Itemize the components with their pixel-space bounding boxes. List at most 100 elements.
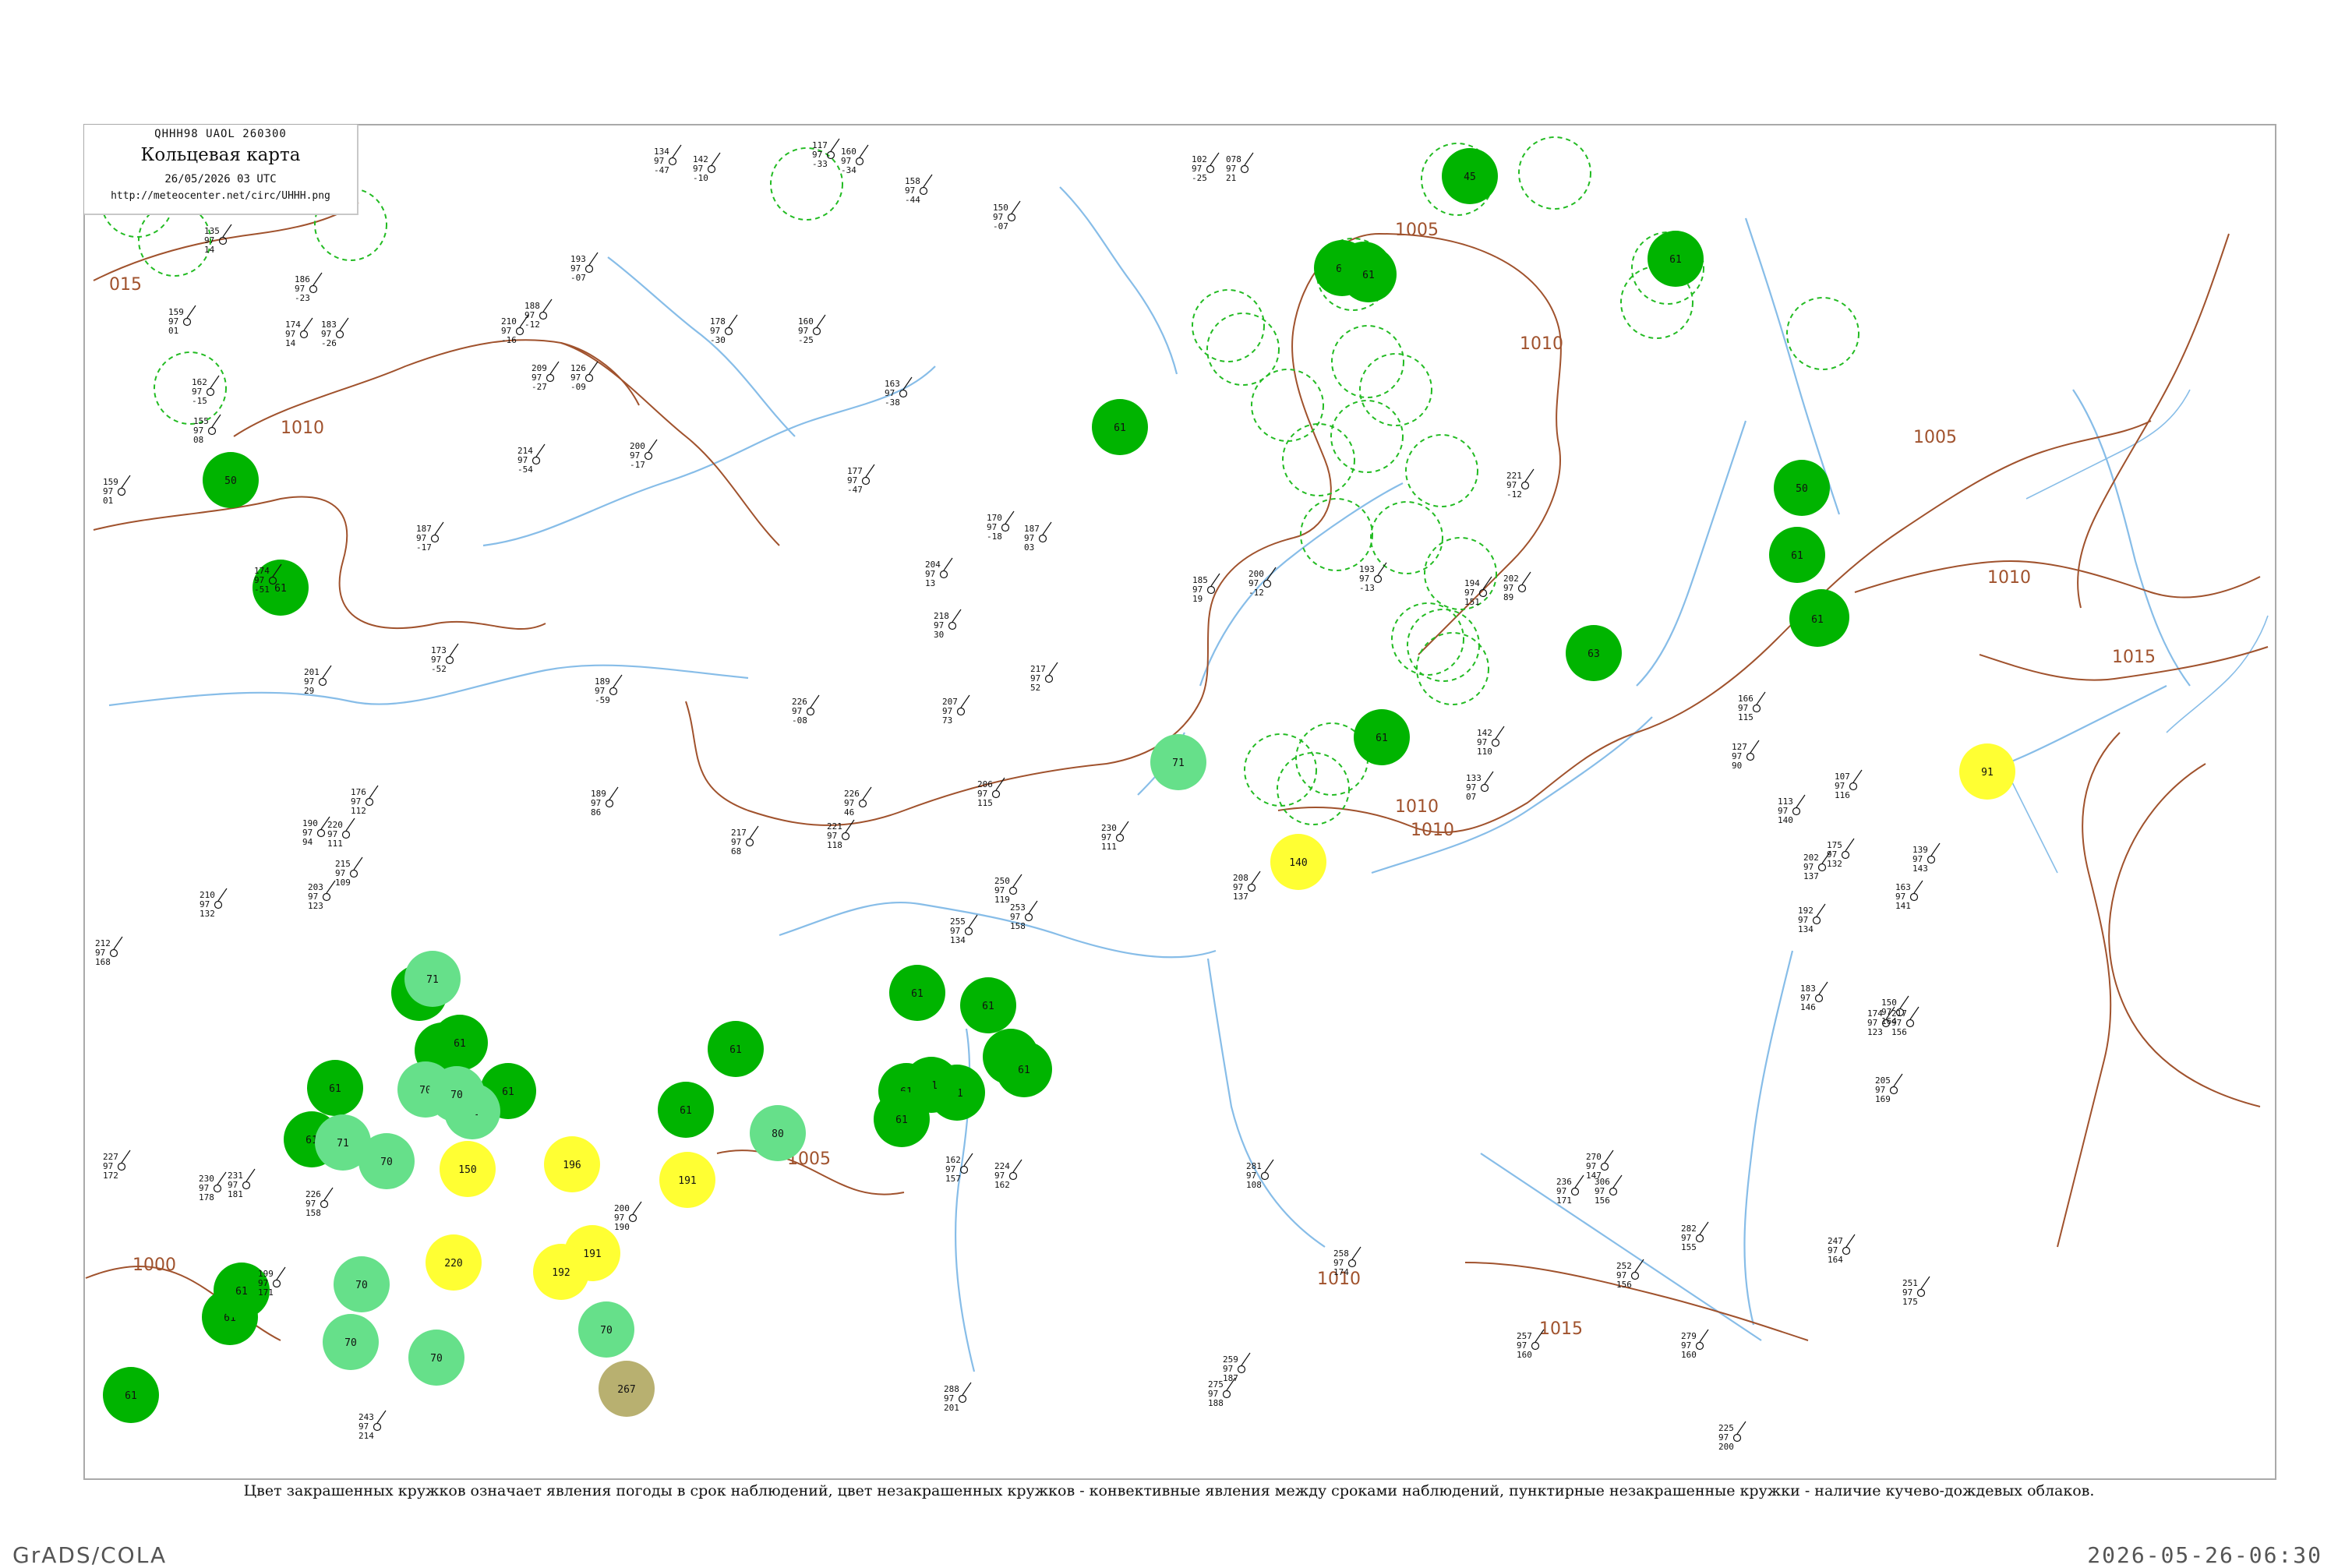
station-dewpoint: 164 <box>1881 1016 1897 1026</box>
station-dewpoint: 164 <box>1828 1255 1843 1265</box>
station-dewpoint: 134 <box>950 935 966 945</box>
station-dewpoint: 156 <box>1891 1027 1907 1037</box>
station-dewpoint: 160 <box>1517 1350 1532 1360</box>
weather-code-label: 91 <box>1981 767 1994 779</box>
station-dewpoint: 146 <box>1800 1002 1816 1012</box>
weather-code-label: 267 <box>617 1384 635 1396</box>
weather-code-label: 50 <box>224 475 237 487</box>
station-dewpoint: 94 <box>302 837 313 847</box>
station-dewpoint: -23 <box>295 293 310 303</box>
source-url[interactable]: http://meteocenter.net/circ/UHHH.png <box>84 190 357 202</box>
station-dewpoint: -26 <box>321 338 337 348</box>
station-dewpoint: 03 <box>1024 542 1034 553</box>
station-dewpoint: -09 <box>570 382 586 392</box>
station-dewpoint: 162 <box>994 1180 1010 1190</box>
weather-code-label: 63 <box>1588 648 1600 660</box>
isobar-label: 1000 <box>132 1255 176 1275</box>
station-dewpoint: 140 <box>1778 815 1793 825</box>
weather-code-label: 61 <box>454 1038 466 1050</box>
station-dewpoint: -12 <box>524 320 540 330</box>
station-dewpoint: 110 <box>1477 747 1492 757</box>
weather-code-label: 61 <box>329 1083 341 1095</box>
station-dewpoint: -59 <box>595 695 610 705</box>
station-dewpoint: -17 <box>416 542 432 553</box>
weather-code-label: 140 <box>1289 857 1307 869</box>
station-dewpoint: -12 <box>1248 588 1264 598</box>
station-dewpoint: 132 <box>1827 859 1842 869</box>
weather-code-label: 71 <box>1172 758 1185 769</box>
weather-code-label: 196 <box>563 1160 581 1171</box>
weather-code-label: 150 <box>458 1164 476 1176</box>
weather-code-label: 71 <box>426 974 439 986</box>
isobar-label: 1010 <box>1411 821 1454 840</box>
station-dewpoint: 168 <box>95 957 111 967</box>
station-dewpoint: 115 <box>977 798 993 808</box>
station-dewpoint: 109 <box>335 878 351 888</box>
weather-code-label: 61 <box>1362 270 1375 281</box>
station-dewpoint: 141 <box>1895 901 1911 911</box>
weather-code-label: 61 <box>274 583 287 595</box>
station-dewpoint: 118 <box>827 840 842 850</box>
station-dewpoint: 214 <box>358 1431 374 1441</box>
station-dewpoint: 201 <box>944 1403 959 1413</box>
station-dewpoint: 30 <box>934 630 944 640</box>
station-dewpoint: -34 <box>841 165 856 175</box>
station-dewpoint: 171 <box>258 1287 274 1298</box>
station-dewpoint: 188 <box>1208 1398 1224 1408</box>
station-dewpoint: -13 <box>1359 583 1375 593</box>
map-footnote: Цвет закрашенных кружков означает явлени… <box>243 1482 2095 1499</box>
station-dewpoint: 187 <box>1223 1373 1238 1383</box>
station-dewpoint: 137 <box>1803 871 1819 881</box>
weather-code-label: 61 <box>1811 614 1824 626</box>
weather-code-label: 61 <box>235 1286 248 1298</box>
station-dewpoint: 29 <box>304 686 314 696</box>
station-dewpoint: 08 <box>193 435 203 445</box>
station-dewpoint: -10 <box>693 173 708 183</box>
station-dewpoint: -27 <box>532 382 547 392</box>
station-dewpoint: 169 <box>1875 1094 1891 1104</box>
station-dewpoint: 134 <box>1798 924 1814 934</box>
weather-code-label: 80 <box>772 1128 784 1140</box>
weather-code-label: 70 <box>430 1353 443 1365</box>
station-dewpoint: 116 <box>1835 790 1850 800</box>
weather-code-label: 45 <box>1464 171 1476 183</box>
weather-code-label: 61 <box>1669 254 1682 266</box>
station-dewpoint: -15 <box>192 396 207 406</box>
station-dewpoint: 52 <box>1030 683 1040 693</box>
isobar-label: 1005 <box>1913 428 1957 447</box>
weather-code-label: 191 <box>583 1248 601 1260</box>
station-dewpoint: 190 <box>614 1222 630 1232</box>
weather-code-label: 61 <box>982 1001 994 1012</box>
weather-code-label: 61 <box>1376 733 1388 744</box>
weather-code-label: 61 <box>125 1390 137 1402</box>
weather-code-label: 61 <box>1114 422 1126 434</box>
station-dewpoint: 158 <box>1010 921 1026 931</box>
station-dewpoint: 157 <box>945 1174 961 1184</box>
station-dewpoint: 158 <box>305 1208 321 1218</box>
station-dewpoint: 171 <box>1556 1195 1572 1206</box>
station-dewpoint: 73 <box>942 715 952 726</box>
station-dewpoint: 01 <box>103 496 113 506</box>
weather-code-label: 70 <box>600 1325 613 1337</box>
station-dewpoint: -17 <box>630 460 645 470</box>
station-dewpoint: -16 <box>501 335 517 345</box>
station-dewpoint: -54 <box>517 464 533 475</box>
weather-code-label: 70 <box>344 1337 357 1349</box>
station-dewpoint: -52 <box>431 664 447 674</box>
weather-code-label: 70 <box>355 1280 368 1291</box>
station-dewpoint: -51 <box>254 584 270 595</box>
synoptic-map: 015 1010 1010 1005 1005 1010 1015 1010 1010 1000 1… <box>83 124 2276 1480</box>
weather-code-label: 61 <box>680 1105 692 1117</box>
station-dewpoint: 123 <box>1867 1027 1883 1037</box>
station-dewpoint: 19 <box>1192 594 1203 604</box>
station-dewpoint: 90 <box>1732 761 1742 771</box>
station-dewpoint: 68 <box>731 846 741 856</box>
station-dewpoint: 200 <box>1718 1442 1734 1452</box>
station-dewpoint: 89 <box>1503 592 1513 602</box>
weather-code-label: 61 <box>502 1086 514 1098</box>
station-dewpoint: 156 <box>1616 1280 1632 1290</box>
station-dewpoint: 156 <box>1595 1195 1610 1206</box>
station-dewpoint: -47 <box>654 165 669 175</box>
isobar-label: 1010 <box>1520 334 1563 354</box>
station-dewpoint: 147 <box>1586 1171 1602 1181</box>
